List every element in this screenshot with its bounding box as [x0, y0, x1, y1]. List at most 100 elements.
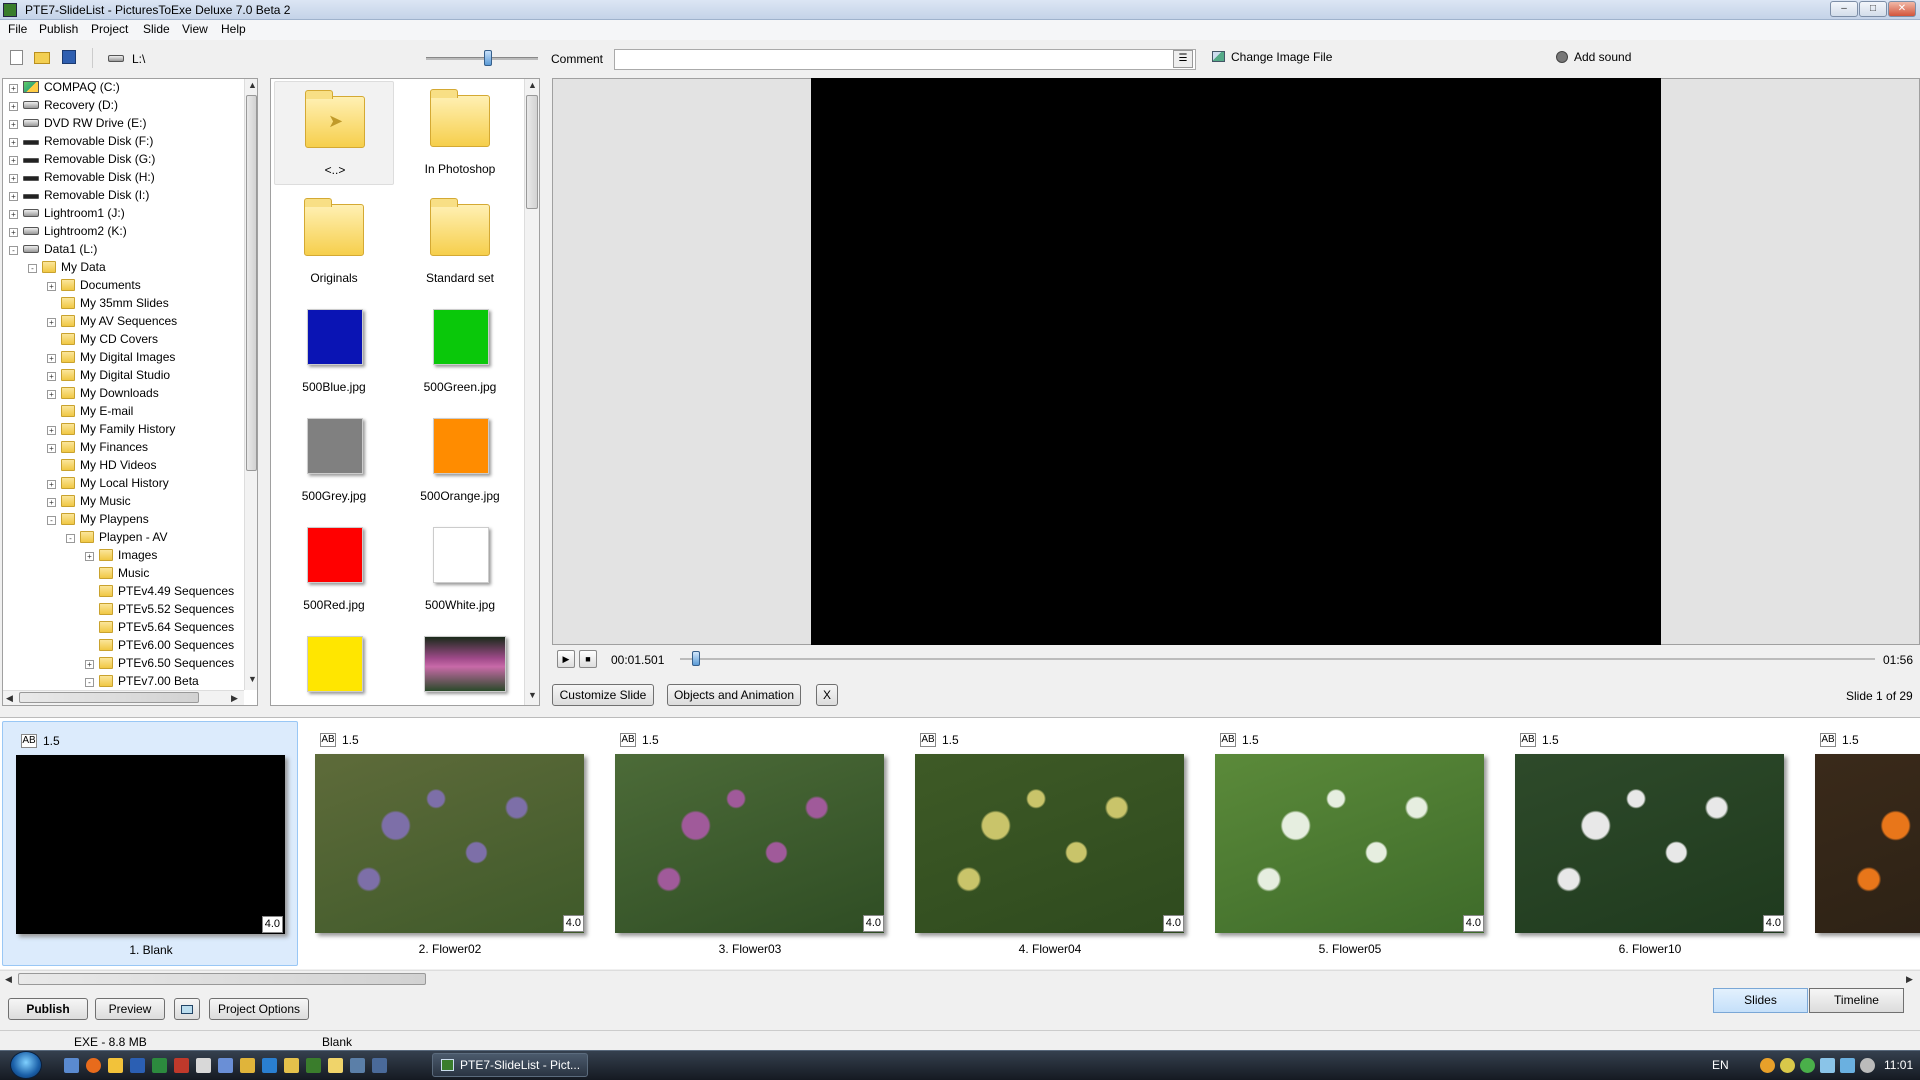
- image-file[interactable]: 500Grey.jpg: [274, 408, 394, 512]
- tree-item[interactable]: + My Downloads: [47, 384, 159, 402]
- preview-button[interactable]: Preview: [95, 998, 165, 1020]
- tree-item[interactable]: Music: [85, 564, 149, 582]
- taskbar-pte-button[interactable]: PTE7-SlideList - Pict...: [432, 1053, 588, 1077]
- start-button[interactable]: [10, 1051, 42, 1079]
- menu-project[interactable]: Project: [91, 22, 128, 36]
- expand-icon[interactable]: +: [47, 498, 56, 507]
- objects-animation-button[interactable]: Objects and Animation: [667, 684, 801, 706]
- transition-ab-icon[interactable]: AB: [620, 733, 636, 747]
- slide-thumbnail[interactable]: AB 1.5: [1802, 721, 1920, 966]
- scroll-up-arrow-icon[interactable]: ▲: [528, 80, 537, 90]
- menu-slide[interactable]: Slide: [143, 22, 170, 36]
- folder-item[interactable]: ➤ <..>: [274, 81, 394, 185]
- mail-icon[interactable]: [108, 1058, 123, 1073]
- tree-item[interactable]: + My Digital Images: [47, 348, 175, 366]
- network-tray-icon[interactable]: [1820, 1058, 1835, 1073]
- collapse-icon[interactable]: -: [47, 516, 56, 525]
- slide-thumbnail[interactable]: AB 1.5 4.0 4. Flower04: [902, 721, 1198, 966]
- scroll-right-arrow-icon[interactable]: ▶: [1906, 974, 1913, 985]
- slide-thumbnail[interactable]: AB 1.5 4.0 3. Flower03: [602, 721, 898, 966]
- close-panel-button[interactable]: X: [816, 684, 838, 706]
- tree-item[interactable]: + Removable Disk (F:): [9, 132, 153, 150]
- excel-icon[interactable]: [152, 1058, 167, 1073]
- transition-ab-icon[interactable]: AB: [320, 733, 336, 747]
- tree-item[interactable]: - My Playpens: [47, 510, 149, 528]
- tree-item[interactable]: + My Music: [47, 492, 131, 510]
- stop-icon[interactable]: ■: [579, 650, 597, 668]
- expand-icon[interactable]: +: [9, 192, 18, 201]
- expand-icon[interactable]: +: [9, 138, 18, 147]
- scroll-down-arrow-icon[interactable]: ▼: [248, 674, 257, 684]
- folder-item[interactable]: Originals: [274, 190, 394, 294]
- tree-item[interactable]: + Lightroom1 (J:): [9, 204, 125, 222]
- image-file[interactable]: Flower01.jpg: [400, 626, 520, 705]
- tree-item[interactable]: + Images: [85, 546, 157, 564]
- scroll-down-arrow-icon[interactable]: ▼: [528, 690, 537, 700]
- files-scroll-thumb[interactable]: [526, 95, 538, 209]
- comment-input[interactable]: [614, 49, 1196, 70]
- image-file[interactable]: 500Green.jpg: [400, 299, 520, 403]
- transition-ab-icon[interactable]: AB: [920, 733, 936, 747]
- slide-thumbnail[interactable]: AB 1.5 4.0 1. Blank: [2, 721, 298, 966]
- monitor-icon[interactable]: [350, 1058, 365, 1073]
- image-file[interactable]: 500Red.jpg: [274, 517, 394, 621]
- expand-icon[interactable]: +: [47, 372, 56, 381]
- scroll-up-arrow-icon[interactable]: ▲: [248, 80, 257, 90]
- save-project-icon[interactable]: [62, 50, 76, 64]
- firefox-icon[interactable]: [86, 1058, 101, 1073]
- desktop-icon[interactable]: [64, 1058, 79, 1073]
- collapse-icon[interactable]: -: [9, 246, 18, 255]
- tab-slides[interactable]: Slides: [1713, 988, 1808, 1013]
- image-file[interactable]: 500Yellow.jpg: [274, 626, 394, 705]
- expand-icon[interactable]: +: [9, 120, 18, 129]
- tree-item[interactable]: PTEv5.52 Sequences: [85, 600, 234, 618]
- expand-icon[interactable]: +: [47, 318, 56, 327]
- image-file[interactable]: 500White.jpg: [400, 517, 520, 621]
- tray-icon-1[interactable]: [1760, 1058, 1775, 1073]
- tree-scroll-thumb[interactable]: [246, 95, 257, 471]
- tray-icon-2[interactable]: [1780, 1058, 1795, 1073]
- timeline-slider-handle[interactable]: [691, 651, 700, 666]
- image-file[interactable]: 500Orange.jpg: [400, 408, 520, 512]
- tree-item[interactable]: My E-mail: [47, 402, 133, 420]
- app-icon-red[interactable]: [174, 1058, 189, 1073]
- language-indicator[interactable]: EN: [1712, 1058, 1729, 1072]
- expand-icon[interactable]: +: [9, 210, 18, 219]
- change-image-file-button[interactable]: Change Image File: [1212, 50, 1332, 64]
- folder-item[interactable]: In Photoshop: [400, 81, 520, 185]
- comment-edit-icon[interactable]: ☰: [1173, 50, 1193, 68]
- collapse-icon[interactable]: -: [85, 678, 94, 687]
- thumb-size-slider[interactable]: [426, 57, 538, 60]
- tree-item[interactable]: My 35mm Slides: [47, 294, 169, 312]
- menu-help[interactable]: Help: [221, 22, 246, 36]
- close-window-button[interactable]: ✕: [1888, 1, 1916, 17]
- scroll-right-arrow-icon[interactable]: ▶: [231, 693, 238, 704]
- clock[interactable]: 11:01: [1884, 1058, 1913, 1072]
- slide-list-scrollbar[interactable]: ◀ ▶: [0, 970, 1920, 986]
- explorer-icon[interactable]: [218, 1058, 233, 1073]
- tree-item[interactable]: + Removable Disk (I:): [9, 186, 149, 204]
- tree-item[interactable]: + Documents: [47, 276, 141, 294]
- expand-icon[interactable]: +: [47, 354, 56, 363]
- publish-button[interactable]: Publish: [8, 998, 88, 1020]
- project-options-button[interactable]: Project Options: [209, 998, 309, 1020]
- app-icon-grey[interactable]: [196, 1058, 211, 1073]
- expand-icon[interactable]: +: [47, 426, 56, 435]
- files-vertical-scrollbar[interactable]: ▲ ▼: [524, 79, 539, 705]
- tree-item[interactable]: - Playpen - AV: [66, 528, 167, 546]
- slide-list-scroll-thumb[interactable]: [18, 973, 426, 985]
- expand-icon[interactable]: +: [47, 282, 56, 291]
- minimize-button[interactable]: –: [1830, 1, 1858, 17]
- network-icon[interactable]: [372, 1058, 387, 1073]
- expand-icon[interactable]: +: [9, 156, 18, 165]
- menu-publish[interactable]: Publish: [39, 22, 78, 36]
- tree-item[interactable]: + COMPAQ (C:): [9, 79, 120, 96]
- tree-item[interactable]: My CD Covers: [47, 330, 158, 348]
- slide-thumbnail[interactable]: AB 1.5 4.0 5. Flower05: [1202, 721, 1498, 966]
- add-sound-button[interactable]: Add sound: [1556, 50, 1631, 64]
- tree-item[interactable]: + My Finances: [47, 438, 148, 456]
- transition-ab-icon[interactable]: AB: [1820, 733, 1836, 747]
- tree-item[interactable]: + Lightroom2 (K:): [9, 222, 127, 240]
- tree-item[interactable]: + My Local History: [47, 474, 169, 492]
- transition-ab-icon[interactable]: AB: [21, 734, 37, 748]
